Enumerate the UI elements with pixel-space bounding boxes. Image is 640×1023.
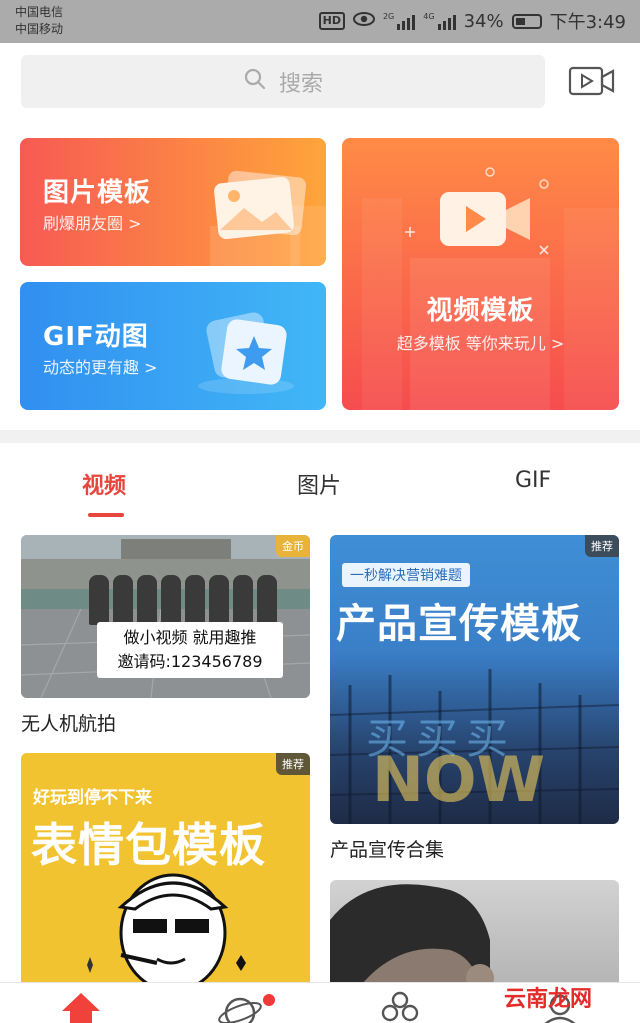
feed-caption-drone[interactable]: 无人机航拍 [21, 709, 116, 736]
carrier-1: 中国电信 [15, 5, 64, 19]
planet-icon[interactable] [218, 991, 264, 1023]
eye-icon [352, 11, 375, 32]
star-card-icon [198, 312, 294, 394]
video-camera-icon [440, 192, 530, 246]
video-template-title: 视频模板 [426, 296, 535, 326]
tab-gif[interactable]: GIF [515, 468, 551, 493]
image-icon [214, 170, 307, 240]
gif-template-card[interactable]: GIF动图 动态的更有趣 > [20, 282, 326, 410]
photo-template-subtitle: 刷爆朋友圈 > [43, 214, 142, 233]
invite-code: 邀请码:123456789 [117, 652, 263, 671]
signal-icon-2: 4G [423, 12, 456, 30]
home-icon[interactable] [60, 991, 102, 1023]
video-camera-icon[interactable] [566, 62, 618, 102]
hd-badge: HD [318, 12, 345, 30]
watermark: 云南龙网 [504, 987, 593, 1012]
video-template-subtitle: 超多模板 等你来玩儿 > [396, 334, 565, 353]
search-placeholder: 搜索 [278, 71, 323, 97]
carrier-2: 中国移动 [15, 22, 64, 36]
status-indicators: HD 2G 4G 34% 下午3:49 [318, 8, 626, 34]
search-input[interactable]: 搜索 [21, 55, 545, 108]
product-tag: 一秒解决营销难题 [342, 563, 470, 587]
photo-template-card[interactable]: 图片模板 刷爆朋友圈 > [20, 138, 326, 266]
sparkle-icon [87, 957, 93, 973]
invite-line-1: 做小视频 就用趣推 [123, 628, 257, 647]
feed-item-product[interactable]: 一秒解决营销难题 产品宣传模板 买买买 NOW 推荐 [330, 535, 619, 824]
section-divider [0, 430, 640, 443]
feed-item-drone[interactable]: 做小视频 就用趣推 邀请码:123456789 金币 [21, 535, 310, 698]
clock: 下午3:49 [549, 12, 626, 33]
carrier-info: 中国电信 中国移动 [15, 4, 63, 38]
product-headline: 产品宣传模板 [336, 601, 582, 647]
video-template-card[interactable]: 视频模板 超多模板 等你来玩儿 > [342, 138, 619, 410]
gif-template-subtitle: 动态的更有趣 > [43, 358, 158, 377]
meme-tagline: 好玩到停不下来 [33, 788, 152, 808]
product-neon-text-2: NOW [372, 743, 545, 816]
people-group [89, 575, 277, 625]
video-card-decoration [362, 167, 619, 410]
active-tab-indicator [88, 513, 124, 517]
notification-dot [263, 994, 275, 1006]
feed-item-meme[interactable]: 好玩到停不下来 表情包模板 推荐 [21, 753, 310, 993]
coin-badge: 金币 [276, 535, 310, 557]
recommend-badge: 推荐 [585, 535, 619, 557]
recommend-badge: 推荐 [276, 753, 310, 775]
tab-video[interactable]: 视频 [82, 468, 126, 500]
community-icon[interactable] [380, 991, 420, 1023]
search-icon [243, 67, 267, 97]
photo-template-title: 图片模板 [43, 178, 152, 208]
battery-icon [511, 13, 542, 29]
meme-character [117, 873, 246, 993]
tab-image[interactable]: 图片 [297, 468, 341, 500]
feed-caption-product[interactable]: 产品宣传合集 [330, 835, 444, 862]
status-bar: 中国电信 中国移动 HD 2G 4G 34% 下午3:49 [0, 0, 640, 43]
signal-icon-1: 2G [383, 12, 416, 30]
invite-overlay: 做小视频 就用趣推 邀请码:123456789 [97, 622, 283, 678]
app-screen: 中国电信 中国移动 HD 2G 4G 34% 下午3:49 搜索 图片模板 刷爆… [0, 0, 640, 1023]
gif-template-title: GIF动图 [43, 322, 149, 352]
battery-percent: 34% [463, 10, 504, 32]
